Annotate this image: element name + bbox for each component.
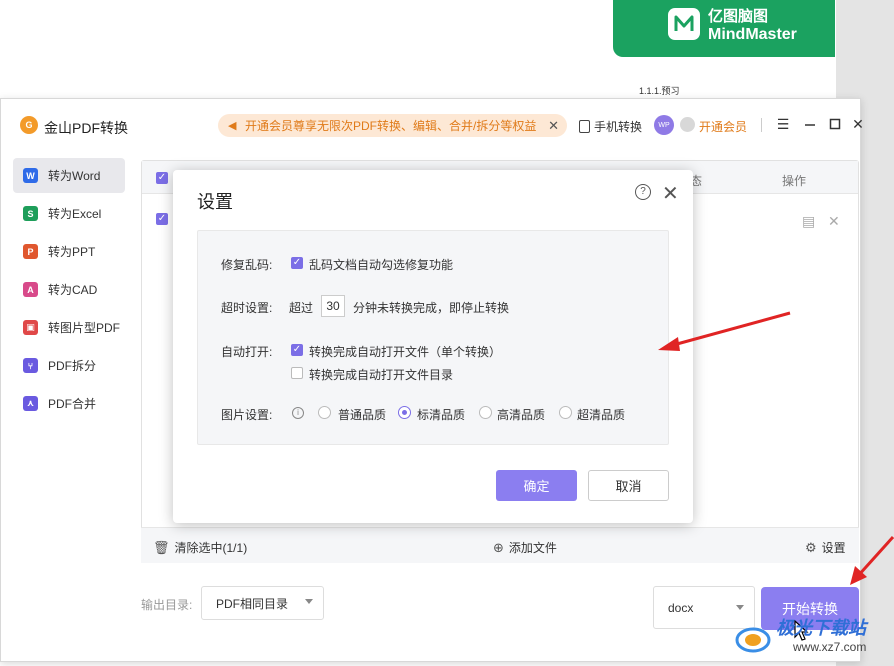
trash-icon: 🗑 (153, 539, 170, 555)
timeout-label: 超时设置: (221, 301, 273, 315)
quality-ultra-label: 超清品质 (577, 408, 626, 422)
settings-panel: 修复乱码: ✓ 乱码文档自动勾选修复功能 超时设置: 超过 30 分钟未转换完成… (197, 230, 669, 445)
timeout-prefix: 超过 (289, 301, 314, 315)
mindmaster-brand-text: 亿图脑图 MindMaster (708, 8, 797, 44)
dialog-title: 设置 (197, 192, 233, 212)
sidebar-item-split[interactable]: ⑂ PDF拆分 (13, 348, 125, 383)
ppt-icon: P (23, 244, 38, 259)
autoopen-file-text: 转换完成自动打开文件（单个转换） (309, 345, 502, 359)
format-value: docx (668, 600, 694, 615)
speaker-icon: ◀ (228, 119, 237, 132)
split-icon: ⑂ (23, 358, 38, 373)
ok-button[interactable]: 确定 (496, 470, 577, 501)
vip-icon (680, 117, 695, 132)
quality-high-radio[interactable] (479, 406, 492, 419)
dialog-close-icon[interactable]: ✕ (662, 181, 679, 206)
help-icon[interactable]: ? (635, 184, 651, 200)
autoopen-label: 自动打开: (221, 345, 273, 359)
add-file-label: 添加文件 (508, 541, 557, 555)
info-icon[interactable]: i (292, 407, 304, 419)
sidebar-item-label: 转为Word (48, 169, 101, 183)
header-action: 操作 (782, 174, 807, 188)
image-label: 图片设置: (221, 408, 273, 422)
list-toolbar: 🗑 清除选中(1/1) ⊕ 添加文件 ⚙ 设置 (141, 527, 859, 563)
preview-icon[interactable]: ▤ (802, 213, 815, 230)
sidebar-item-label: PDF拆分 (48, 359, 97, 373)
repair-checkbox[interactable]: ✓ (291, 257, 303, 269)
app-logo-icon: G (20, 116, 38, 134)
sidebar-item-label: 转为CAD (48, 283, 98, 297)
phone-icon (579, 120, 590, 133)
watermark-text: 极光下载站 (776, 618, 866, 638)
quality-standard-radio[interactable] (398, 406, 411, 419)
settings-dialog: 设置 ? ✕ 修复乱码: ✓ 乱码文档自动勾选修复功能 超时设置: 超过 30 … (173, 170, 693, 523)
sidebar-item-label: 转为Excel (48, 207, 102, 221)
chevron-down-icon (305, 599, 313, 604)
title-bar: G 金山PDF转换 ◀ 开通会员尊享无限次PDF转换、编辑、合并/拆分等权益 ✕… (1, 99, 864, 151)
minimize-icon[interactable] (802, 116, 818, 132)
promo-text: 开通会员尊享无限次PDF转换、编辑、合并/拆分等权益 (245, 119, 537, 133)
sidebar-item-label: 转图片型PDF (48, 321, 121, 335)
promo-close-icon[interactable]: ✕ (548, 118, 559, 134)
timeout-input[interactable]: 30 (321, 295, 345, 317)
mobile-convert-label: 手机转换 (594, 120, 643, 134)
output-dir-value: PDF相同目录 (216, 596, 289, 611)
quality-normal-label: 普通品质 (338, 408, 387, 422)
clear-selected-label: 清除选中(1/1) (174, 541, 248, 555)
merge-icon: ⋏ (23, 396, 38, 411)
output-dir-label: 输出目录: (141, 598, 193, 612)
mindmaster-brand-en: MindMaster (708, 26, 797, 43)
autoopen-file-checkbox[interactable]: ✓ (291, 344, 303, 356)
repair-label: 修复乱码: (221, 258, 273, 272)
quality-normal-radio[interactable] (318, 406, 331, 419)
gear-icon: ⚙ (805, 539, 817, 555)
mobile-convert-button[interactable]: 手机转换 (579, 118, 642, 135)
sidebar-item-ppt[interactable]: P 转为PPT (13, 234, 125, 269)
timeout-suffix: 分钟未转换完成，即停止转换 (353, 301, 510, 315)
promo-banner[interactable]: ◀ 开通会员尊享无限次PDF转换、编辑、合并/拆分等权益 ✕ (218, 114, 567, 137)
quality-ultra-radio[interactable] (559, 406, 572, 419)
cancel-button[interactable]: 取消 (588, 470, 669, 501)
plus-circle-icon: ⊕ (493, 539, 504, 555)
add-file-button[interactable]: ⊕ 添加文件 (493, 539, 557, 556)
sidebar-item-cad[interactable]: A 转为CAD (13, 272, 125, 307)
mindmaster-brand-cn: 亿图脑图 (708, 8, 769, 25)
settings-label: 设置 (821, 541, 846, 555)
sidebar-item-excel[interactable]: S 转为Excel (13, 196, 125, 231)
select-all-checkbox[interactable]: ✓ (156, 172, 168, 184)
sidebar-item-merge[interactable]: ⋏ PDF合并 (13, 386, 125, 421)
sidebar: W 转为Word S 转为Excel P 转为PPT A 转为CAD ▣ 转图片… (1, 151, 132, 663)
background-doc-text: 1.1.1.预习 (639, 86, 680, 96)
image-pdf-icon: ▣ (23, 320, 38, 335)
repair-option-text: 乱码文档自动勾选修复功能 (309, 258, 454, 272)
watermark-url: www.xz7.com (793, 640, 867, 654)
word-icon: W (23, 168, 38, 183)
quality-high-label: 高清品质 (497, 408, 546, 422)
cad-icon: A (23, 282, 38, 297)
sidebar-item-image-pdf[interactable]: ▣ 转图片型PDF (13, 310, 125, 345)
avatar[interactable]: WP (654, 115, 674, 135)
excel-icon: S (23, 206, 38, 221)
remove-row-icon[interactable]: ✕ (828, 213, 840, 230)
mindmaster-logo-icon (668, 8, 700, 40)
autoopen-dir-checkbox[interactable] (291, 367, 303, 379)
row-checkbox[interactable]: ✓ (156, 213, 168, 225)
menu-icon[interactable]: ☰ (775, 116, 791, 132)
settings-button[interactable]: ⚙ 设置 (805, 539, 846, 556)
divider (761, 118, 762, 132)
vip-button[interactable]: 开通会员 (699, 118, 747, 135)
autoopen-dir-text: 转换完成自动打开文件目录 (309, 368, 454, 382)
close-icon[interactable]: ✕ (850, 116, 866, 132)
output-dir-select[interactable]: PDF相同目录 (201, 586, 324, 620)
quality-standard-label: 标清品质 (417, 408, 466, 422)
sidebar-item-label: 转为PPT (48, 245, 96, 259)
clear-selected-button[interactable]: 🗑 清除选中(1/1) (153, 539, 247, 556)
sidebar-item-word[interactable]: W 转为Word (13, 158, 125, 193)
app-title: 金山PDF转换 (44, 120, 128, 136)
maximize-icon[interactable] (827, 116, 843, 132)
sidebar-item-label: PDF合并 (48, 397, 97, 411)
